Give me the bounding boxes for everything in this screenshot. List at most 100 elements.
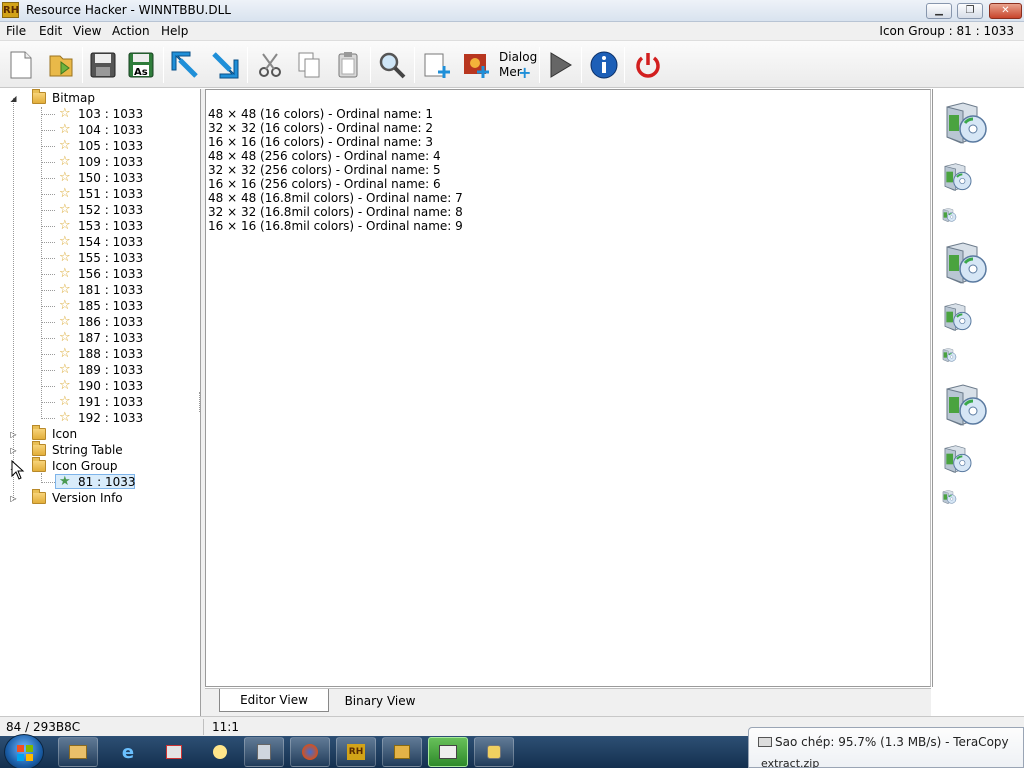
tab-editor-view[interactable]: Editor View (219, 689, 329, 712)
setup-cd-icon[interactable] (941, 381, 989, 429)
tree-node-bitmap-item[interactable]: ☆ 188 : 1033 (0, 346, 200, 362)
setup-cd-icon[interactable] (941, 301, 973, 333)
find-button[interactable] (373, 45, 411, 85)
tree-label: 109 : 1033 (78, 155, 144, 169)
resource-hacker-window: { "window": {"title": "Resource Hacker -… (0, 0, 1024, 768)
tree-node-bitmap-item[interactable]: ☆ 104 : 1033 (0, 122, 200, 138)
tree-guide-line (41, 258, 55, 259)
collapse-icon[interactable]: ◢ (9, 94, 18, 103)
toolbar-separator (581, 47, 582, 83)
taskbar-network[interactable] (154, 737, 194, 767)
setup-cd-icon[interactable] (941, 489, 957, 505)
minimize-button[interactable]: ▁ (926, 3, 952, 19)
exit-button[interactable] (629, 45, 667, 85)
tree-node-bitmap[interactable]: ◢ Bitmap (0, 89, 200, 106)
close-button[interactable]: ✕ (989, 3, 1022, 19)
taskbar-paint[interactable] (200, 737, 240, 767)
setup-cd-icon[interactable] (941, 443, 973, 475)
taskbar-app[interactable] (244, 737, 284, 767)
tree-node-bitmap-item[interactable]: ☆ 152 : 1033 (0, 202, 200, 218)
view-tabs: Editor View Binary View (205, 688, 931, 716)
star-icon: ☆ (59, 170, 71, 185)
tree-node-bitmap-item[interactable]: ☆ 105 : 1033 (0, 138, 200, 154)
menu-action[interactable]: Action (112, 24, 150, 38)
tree-node-version-info[interactable]: ▷ Version Info (0, 489, 200, 506)
setup-cd-icon[interactable] (941, 347, 957, 363)
expand-icon[interactable]: ▷ (9, 494, 18, 503)
tree-node-bitmap-item[interactable]: ☆ 156 : 1033 (0, 266, 200, 282)
menu-help[interactable]: Help (161, 24, 188, 38)
open-button[interactable] (42, 45, 80, 85)
tree-label: 105 : 1033 (78, 139, 144, 153)
folder-icon (32, 489, 46, 504)
tree-node-bitmap-item[interactable]: ☆ 189 : 1033 (0, 362, 200, 378)
run-button[interactable] (541, 45, 579, 85)
tree-node-bitmap-item[interactable]: ☆ 186 : 1033 (0, 314, 200, 330)
taskbar-resource-hacker[interactable]: RH (336, 737, 376, 767)
taskbar-ie[interactable]: e (108, 737, 148, 767)
tree-node-bitmap-item[interactable]: ☆ 155 : 1033 (0, 250, 200, 266)
tree-node-bitmap-item[interactable]: ☆ 185 : 1033 (0, 298, 200, 314)
toolbar-separator (247, 47, 248, 83)
setup-cd-icon[interactable] (941, 99, 989, 147)
about-button[interactable] (585, 45, 623, 85)
forward-arrow-icon (212, 52, 239, 79)
setup-cd-icon[interactable] (941, 239, 989, 287)
back-button[interactable] (166, 45, 204, 85)
save-as-button[interactable]: As (122, 45, 160, 85)
tree-node-bitmap-item[interactable]: ☆ 151 : 1033 (0, 186, 200, 202)
maximize-button[interactable]: ❐ (957, 3, 983, 19)
editor-view[interactable]: 48 × 48 (16 colors) - Ordinal name: 1 32 … (205, 89, 931, 687)
editor-line: 48 × 48 (256 colors) - Ordinal name: 4 (208, 149, 441, 163)
new-file-icon (10, 51, 32, 79)
tree-node-bitmap-item[interactable]: ☆ 109 : 1033 (0, 154, 200, 170)
taskbar-teracopy[interactable] (428, 737, 468, 767)
editor-line: 16 × 16 (16 colors) - Ordinal name: 3 (208, 135, 433, 149)
tree-node-bitmap-item[interactable]: ☆ 150 : 1033 (0, 170, 200, 186)
tree-node-string-table[interactable]: ▷ String Table (0, 441, 200, 458)
start-button[interactable] (4, 734, 44, 768)
dialog-merge-button[interactable]: Dialog Mer + (496, 45, 537, 85)
add-image-button[interactable] (457, 45, 495, 85)
copy-button[interactable] (290, 45, 328, 85)
tree-node-bitmap-item[interactable]: ☆ 103 : 1033 (0, 106, 200, 122)
toolbar-separator (82, 47, 83, 83)
taskbar-package[interactable] (382, 737, 422, 767)
save-icon (90, 52, 116, 78)
tab-binary-view[interactable]: Binary View (335, 689, 425, 712)
tree-node-bitmap-item[interactable]: ☆ 190 : 1033 (0, 378, 200, 394)
tree-node-icon-group-81[interactable]: ★ 81 : 1033 (0, 474, 200, 490)
setup-cd-icon[interactable] (941, 161, 973, 193)
star-icon: ☆ (59, 218, 71, 233)
tree-node-bitmap-item[interactable]: ☆ 191 : 1033 (0, 394, 200, 410)
tree-label: Version Info (52, 491, 123, 505)
splitter-grip[interactable] (199, 392, 202, 412)
save-button[interactable] (84, 45, 122, 85)
teracopy-notification[interactable]: Sao chép: 95.7% (1.3 MB/s) - TeraCopy ex… (748, 727, 1024, 768)
new-file-button[interactable] (2, 45, 40, 85)
tree-node-bitmap-item[interactable]: ☆ 192 : 1033 (0, 410, 200, 426)
tree-node-icon-group[interactable]: ◢ Icon Group (0, 457, 200, 474)
tree-guide-line (41, 402, 55, 403)
expand-icon[interactable]: ▷ (9, 430, 18, 439)
taskbar-firefox[interactable] (290, 737, 330, 767)
add-resource-button[interactable] (418, 45, 456, 85)
expand-icon[interactable]: ▷ (9, 446, 18, 455)
menu-file[interactable]: File (6, 24, 26, 38)
menu-edit[interactable]: Edit (39, 24, 62, 38)
paste-button[interactable] (329, 45, 367, 85)
tree-label: 104 : 1033 (78, 123, 144, 137)
cut-button[interactable] (251, 45, 289, 85)
resource-tree[interactable]: ◢ Bitmap ☆ 103 : 1033 ☆ 104 : 1033 ☆ 105 : 10… (0, 89, 201, 716)
tree-node-icon[interactable]: ▷ Icon (0, 425, 200, 442)
tree-node-bitmap-item[interactable]: ☆ 187 : 1033 (0, 330, 200, 346)
tree-node-bitmap-item[interactable]: ☆ 153 : 1033 (0, 218, 200, 234)
forward-button[interactable] (206, 45, 244, 85)
taskbar-misc[interactable] (474, 737, 514, 767)
icon-preview-panel (932, 89, 1024, 687)
taskbar-explorer[interactable] (58, 737, 98, 767)
menu-view[interactable]: View (73, 24, 101, 38)
tree-node-bitmap-item[interactable]: ☆ 181 : 1033 (0, 282, 200, 298)
tree-node-bitmap-item[interactable]: ☆ 154 : 1033 (0, 234, 200, 250)
setup-cd-icon[interactable] (941, 207, 957, 223)
